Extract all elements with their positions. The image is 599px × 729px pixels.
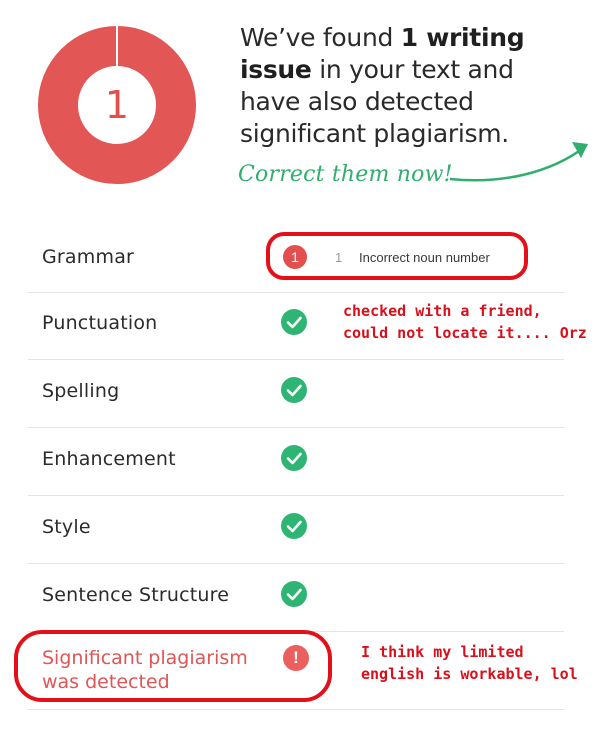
- annotation-note-2: I think my limited english is workable, …: [361, 641, 578, 685]
- category-row-style[interactable]: Style: [28, 496, 564, 564]
- category-row-enhancement[interactable]: Enhancement: [28, 428, 564, 496]
- annotation-note-2-line-2: english is workable, lol: [361, 665, 578, 683]
- check-icon: [281, 513, 307, 539]
- check-icon: [281, 377, 307, 403]
- annotation-ring-grammar: [266, 232, 528, 280]
- summary-prefix: We’ve found: [240, 23, 401, 52]
- annotation-note-1-line-2: could not locate it.... Orz: [343, 324, 587, 342]
- annotation-note-1-line-1: checked with a friend,: [343, 302, 542, 320]
- category-label: Style: [42, 516, 91, 538]
- category-label: Spelling: [42, 380, 120, 402]
- category-label: Punctuation: [42, 312, 158, 334]
- category-label: Enhancement: [42, 448, 176, 470]
- category-row-spelling[interactable]: Spelling: [28, 360, 564, 428]
- correct-them-now-link[interactable]: Correct them now!: [238, 162, 453, 187]
- arrow-icon: [449, 142, 588, 182]
- check-icon: [281, 581, 307, 607]
- category-row-sentence-structure[interactable]: Sentence Structure: [28, 564, 564, 632]
- annotation-ring-plagiarism: [14, 630, 332, 702]
- check-icon: [281, 445, 307, 471]
- issue-count-number: 1: [104, 83, 130, 127]
- category-label: Grammar: [42, 246, 135, 268]
- summary-text: We’ve found 1 writing issue in your text…: [240, 22, 540, 150]
- check-icon: [281, 309, 307, 335]
- annotation-note-2-line-1: I think my limited: [361, 643, 524, 661]
- annotation-note-1: checked with a friend, could not locate …: [343, 300, 587, 344]
- category-label: Sentence Structure: [42, 584, 230, 606]
